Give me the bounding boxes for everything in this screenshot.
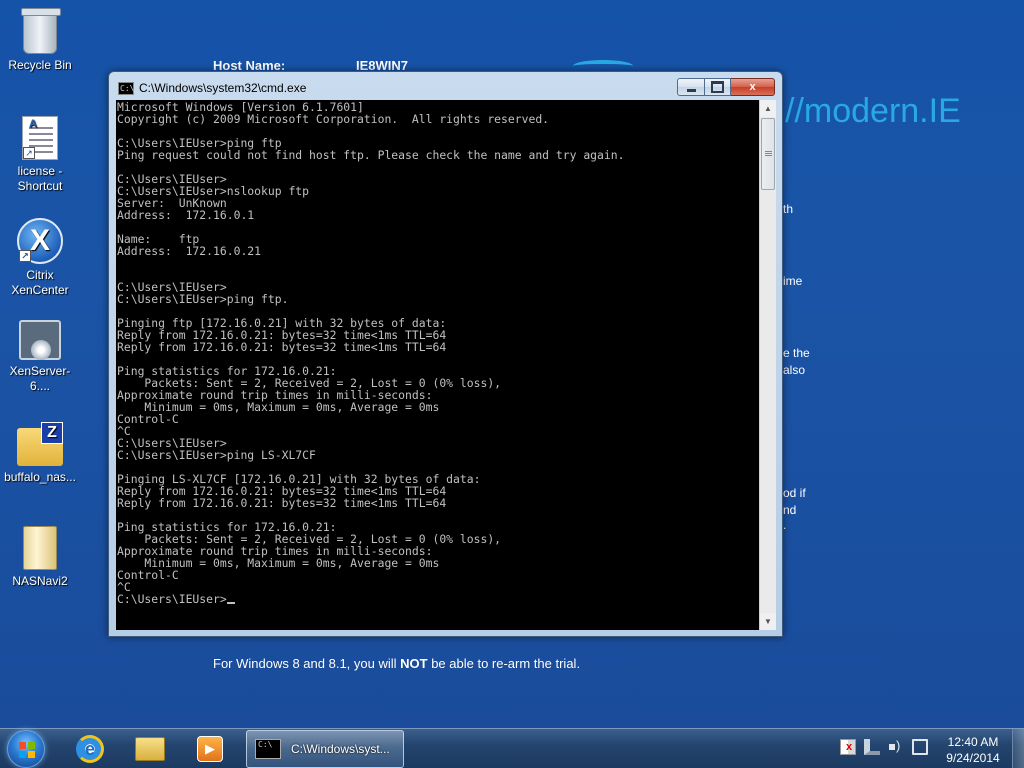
console-line: Address: 172.16.0.1 — [117, 208, 255, 222]
desktop-icon-label: Recycle Bin — [8, 58, 72, 72]
desktop-icon-label: buffalo_nas... — [4, 470, 76, 484]
close-button[interactable]: x — [731, 78, 775, 96]
maximize-button[interactable] — [705, 78, 731, 96]
clock-date: 9/24/2014 — [946, 751, 1000, 765]
cmd-app-icon[interactable]: C:\ — [118, 82, 134, 95]
xenserver-installer-icon — [19, 320, 61, 360]
bg-fragment: ime — [783, 274, 803, 288]
bg-rearm-bold: NOT — [400, 656, 428, 671]
internet-explorer-icon: e — [76, 735, 104, 763]
start-button[interactable] — [7, 730, 45, 768]
bg-rearm-suffix: be able to re-arm the trial. — [427, 656, 581, 671]
zip-archive-icon — [17, 422, 63, 466]
bg-rearm-prefix: For Windows 8 and 8.1, you will — [213, 656, 401, 671]
taskbar-clock[interactable]: 12:40 AM 9/24/2014 — [942, 734, 1004, 766]
taskbar-pin-windows-explorer[interactable] — [124, 732, 176, 766]
shortcut-arrow-icon: ↗ — [19, 250, 31, 262]
cmd-window[interactable]: C:\ C:\Windows\system32\cmd.exe x Micros… — [108, 71, 783, 637]
console-text: Microsoft Windows [Version 6.1.7601] Copy… — [117, 101, 624, 605]
bg-fragment: e the — [783, 346, 810, 360]
desktop[interactable]: Host Name: IE8WIN7 //modern.IE th ime e … — [0, 0, 1024, 728]
cmd-titlebar[interactable]: C:\ C:\Windows\system32\cmd.exe x — [109, 72, 782, 102]
console-line: Control-C — [117, 568, 179, 582]
text-cursor — [226, 602, 235, 604]
desktop-icon-recycle-bin[interactable]: Recycle Bin — [0, 8, 80, 73]
bg-brand-text: //modern.IE — [785, 92, 961, 130]
document-icon: ↗ — [22, 116, 58, 160]
bg-fragment: nd — [783, 503, 797, 517]
bg-fragment: also — [783, 363, 806, 377]
action-center-flag-icon[interactable] — [840, 739, 856, 755]
cmd-window-title: C:\Windows\system32\cmd.exe — [139, 81, 307, 95]
desktop-icon-buffalo-nas[interactable]: buffalo_nas... — [0, 422, 80, 485]
network-icon[interactable] — [864, 739, 880, 755]
console-line: C:\Users\IEUser>ping LS-XL7CF — [117, 448, 316, 462]
console-line: Ping request could not find host ftp. Pl… — [117, 148, 625, 162]
recycle-bin-icon — [21, 8, 61, 54]
media-player-icon: ▶ — [197, 736, 223, 762]
volume-icon[interactable] — [888, 738, 904, 755]
desktop-icon-xenserver[interactable]: XenServer-6.... — [0, 320, 80, 394]
taskbar: e ▶ C:\ C:\Windows\syst... 12:40 AM 9/24… — [0, 728, 1024, 768]
desktop-icon-license-shortcut[interactable]: ↗ license - Shortcut — [0, 116, 80, 194]
cmd-vertical-scrollbar[interactable]: ▲ ▼ — [759, 100, 776, 630]
console-line: Minimum = 0ms, Maximum = 0ms, Average = … — [117, 556, 440, 570]
console-prompt: C:\Users\IEUser> — [117, 592, 227, 606]
minimize-button[interactable] — [677, 78, 705, 96]
console-prompt-line[interactable]: C:\Users\IEUser> — [117, 593, 624, 605]
taskbar-task-cmd[interactable]: C:\ C:\Windows\syst... — [246, 730, 404, 768]
window-caption-buttons: x — [677, 78, 775, 96]
clock-time: 12:40 AM — [947, 735, 999, 749]
console-line: Control-C — [117, 412, 179, 426]
desktop-icon-label: Citrix XenCenter — [11, 268, 69, 297]
console-line: Copyright (c) 2009 Microsoft Corporation… — [117, 112, 550, 126]
system-tray — [840, 738, 928, 755]
console-line: C:\Users\IEUser>ping ftp. — [117, 292, 289, 306]
taskbar-pin-internet-explorer[interactable]: e — [64, 732, 116, 766]
desktop-icon-label: license - Shortcut — [17, 164, 63, 193]
scroll-thumb[interactable] — [761, 118, 775, 190]
taskbar-task-label: C:\Windows\syst... — [291, 742, 390, 756]
desktop-icon-citrix-xencenter[interactable]: X ↗ Citrix XenCenter — [0, 218, 80, 298]
cmd-console-output[interactable]: Microsoft Windows [Version 6.1.7601] Copy… — [116, 100, 759, 630]
console-line: Reply from 172.16.0.21: bytes=32 time<1m… — [117, 496, 447, 510]
console-line: Address: 172.16.0.21 — [117, 244, 262, 258]
windows-explorer-icon — [135, 737, 165, 761]
desktop-icon-nasnavi2[interactable]: NASNavi2 — [0, 526, 80, 589]
show-desktop-button[interactable] — [1012, 729, 1024, 768]
citrix-xencenter-icon: X ↗ — [17, 218, 63, 264]
folder-icon — [23, 526, 57, 570]
console-line: Reply from 172.16.0.21: bytes=32 time<1m… — [117, 340, 447, 354]
bg-rearm-notice: For Windows 8 and 8.1, you will NOT be a… — [213, 656, 580, 671]
scroll-down-arrow-icon[interactable]: ▼ — [760, 613, 776, 630]
cmd-task-icon: C:\ — [255, 739, 281, 759]
bg-fragment: od if — [783, 486, 806, 500]
scroll-up-arrow-icon[interactable]: ▲ — [760, 100, 776, 117]
bg-fragment: th — [783, 202, 794, 216]
taskbar-pin-media-player[interactable]: ▶ — [184, 732, 236, 766]
desktop-icon-label: XenServer-6.... — [9, 364, 71, 393]
bg-fragment: . — [783, 518, 787, 532]
shortcut-arrow-icon: ↗ — [23, 147, 35, 159]
console-line: Minimum = 0ms, Maximum = 0ms, Average = … — [117, 400, 440, 414]
display-icon[interactable] — [912, 739, 928, 755]
desktop-icon-label: NASNavi2 — [12, 574, 68, 588]
